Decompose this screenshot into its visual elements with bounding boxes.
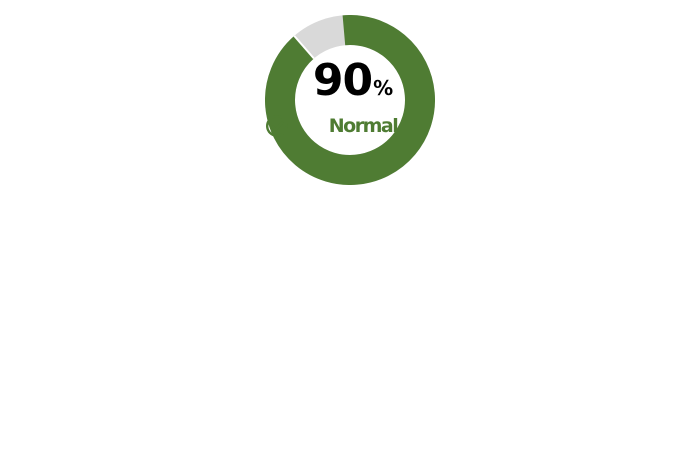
percent-readout: 90% xyxy=(265,59,435,103)
gauge-center: 90% Normal xyxy=(265,15,435,185)
donut-gauge: 90% Normal xyxy=(265,15,435,185)
check-circle-icon xyxy=(265,114,327,138)
canvas: 90% Normal xyxy=(0,0,700,450)
status-label: Normal xyxy=(328,115,399,137)
status-indicator: Normal xyxy=(265,114,435,138)
percent-value: 90 xyxy=(312,55,373,106)
percent-unit: % xyxy=(373,76,394,100)
